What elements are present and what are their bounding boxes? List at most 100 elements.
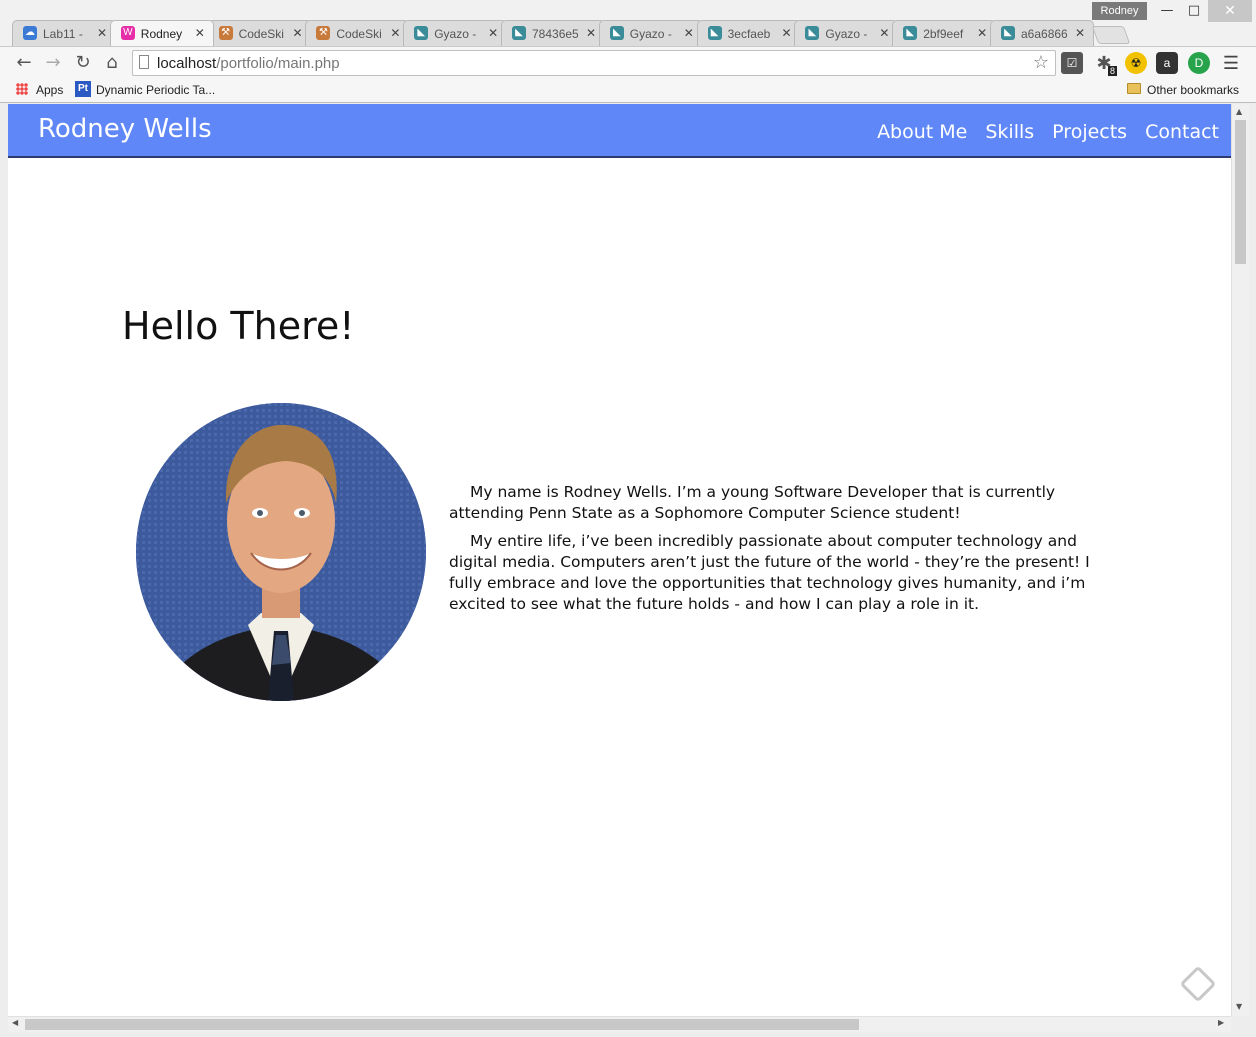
about-text: My name is Rodney Wells. I’m a young Sof… (449, 482, 1119, 622)
minimize-button[interactable]: — (1153, 0, 1181, 22)
wamp-icon: W (120, 26, 135, 40)
browser-tab[interactable]: ◣ Gyazo - ✕ (403, 20, 508, 46)
browser-tab[interactable]: ◣ 3ecfaeb ✕ (696, 20, 801, 46)
tab-close-icon[interactable]: ✕ (879, 26, 889, 40)
hammer-icon: ⚒ (316, 26, 331, 40)
home-button[interactable]: ⌂ (100, 51, 124, 75)
gyazo-icon: ◣ (512, 26, 526, 40)
menu-icon[interactable]: ☰ (1220, 52, 1242, 74)
bio-paragraph: My entire life, i’ve been incredibly pas… (449, 532, 1090, 613)
browser-tab[interactable]: ◣ 2bf9eef ✕ (892, 20, 997, 46)
url-path: /portfolio/main.php (216, 55, 340, 72)
tab-close-icon[interactable]: ✕ (977, 26, 987, 40)
site-nav-links: About Me Skills Projects Contact (877, 121, 1219, 143)
page-viewport: Rodney Wells About Me Skills Projects Co… (8, 104, 1231, 1016)
url-text[interactable]: localhost/portfolio/main.php (157, 55, 340, 72)
folder-icon (1127, 83, 1141, 94)
back-button[interactable]: ← (12, 51, 36, 75)
tab-title: 78436e5 (532, 27, 578, 41)
gyazo-icon: ◣ (903, 26, 918, 40)
browser-tab[interactable]: ◣ a6a6866 ✕ (990, 20, 1094, 46)
address-bar[interactable]: localhost/portfolio/main.php ☆ (132, 50, 1056, 76)
tab-close-icon[interactable]: ✕ (97, 26, 107, 40)
horizontal-scroll-thumb[interactable] (25, 1019, 859, 1030)
tab-title: CodeSki (336, 27, 382, 41)
vertical-scrollbar[interactable]: ▲ ▼ (1231, 104, 1249, 1016)
radiation-icon[interactable]: ☢ (1125, 52, 1147, 74)
tab-close-icon[interactable]: ✕ (488, 26, 498, 40)
tab-close-icon[interactable]: ✕ (586, 26, 596, 40)
tab-close-icon[interactable]: ✕ (390, 26, 400, 40)
site-navbar: Rodney Wells About Me Skills Projects Co… (8, 104, 1231, 158)
bio-paragraph: My name is Rodney Wells. I’m a young Sof… (449, 483, 1056, 522)
site-brand[interactable]: Rodney Wells (38, 114, 212, 144)
gyazo-icon: ◣ (805, 26, 820, 40)
tab-title: 3ecfaeb (727, 27, 771, 41)
tab-title: 2bf9eef (923, 27, 964, 41)
toolbar: ← → ↻ ⌂ localhost/portfolio/main.php ☆ ☑… (0, 46, 1256, 79)
url-host: localhost (157, 55, 217, 72)
extension-d-icon[interactable]: D (1188, 52, 1210, 74)
maximize-button[interactable]: □ (1180, 0, 1208, 22)
tab-title: Gyazo - (825, 27, 868, 41)
tab-title: Rodney (140, 27, 183, 41)
gyazo-icon: ◣ (414, 26, 429, 40)
gyazo-icon: ◣ (707, 26, 722, 40)
reload-button[interactable]: ↻ (71, 51, 95, 75)
nav-skills[interactable]: Skills (985, 121, 1034, 143)
hammer-icon: ⚒ (218, 26, 233, 40)
browser-tab[interactable]: ⚒ CodeSki ✕ (207, 20, 312, 46)
browser-tab[interactable]: ◣ 78436e5 ✕ (501, 20, 605, 46)
new-tab-button[interactable] (1091, 26, 1131, 44)
browser-tab[interactable]: W Rodney ✕ (109, 20, 214, 46)
tab-title: Gyazo - (434, 27, 477, 41)
browser-window: Rodney — □ ✕ ☁ Lab11 - ✕ W Rodney ✕ ⚒ CodeSki ✕ ⚒… (0, 0, 1256, 1037)
nav-about-me[interactable]: About Me (877, 121, 967, 143)
close-window-button[interactable]: ✕ (1208, 0, 1252, 22)
profile-button[interactable]: Rodney (1092, 2, 1147, 20)
browser-tab[interactable]: ⚒ CodeSki ✕ (305, 20, 410, 46)
vertical-scroll-thumb[interactable] (1235, 120, 1246, 264)
bookmark-dynamic-periodic-table[interactable]: Dynamic Periodic Ta... (96, 83, 215, 97)
nav-projects[interactable]: Projects (1052, 121, 1127, 143)
pocket-icon[interactable]: ☑ (1061, 52, 1083, 74)
tab-close-icon[interactable]: ✕ (684, 26, 694, 40)
extension-badge: 8 (1107, 66, 1117, 76)
tab-title: CodeSki (238, 27, 284, 41)
scroll-up-arrow-icon[interactable]: ▲ (1236, 107, 1242, 116)
scroll-left-arrow-icon[interactable]: ◀ (12, 1018, 18, 1027)
cloud-icon: ☁ (23, 26, 37, 40)
profile-photo-illustration (136, 403, 426, 701)
tab-title: Lab11 - (43, 27, 83, 41)
tab-strip: ☁ Lab11 - ✕ W Rodney ✕ ⚒ CodeSki ✕ ⚒ CodeSki ✕ ◣ Gyaz… (12, 20, 1252, 46)
tab-close-icon[interactable]: ✕ (782, 26, 792, 40)
page-icon (139, 55, 149, 69)
bookmark-other-bookmarks[interactable]: Other bookmarks (1147, 83, 1239, 97)
amazon-icon[interactable]: a (1156, 52, 1178, 74)
horizontal-scrollbar[interactable]: ◀ ▶ (8, 1016, 1231, 1032)
tab-title: a6a6866 (1021, 27, 1067, 41)
browser-tab[interactable]: ◣ Gyazo - ✕ (794, 20, 899, 46)
bookmark-star-icon[interactable]: ☆ (1033, 52, 1049, 73)
tab-close-icon[interactable]: ✕ (293, 26, 303, 40)
bookmark-apps[interactable]: Apps (36, 83, 63, 97)
gyazo-icon: ◣ (1001, 26, 1015, 40)
title-bar: Rodney — □ ✕ ☁ Lab11 - ✕ W Rodney ✕ ⚒ CodeSki ✕ ⚒… (0, 0, 1256, 48)
nav-contact[interactable]: Contact (1145, 121, 1219, 143)
page-heading: Hello There! (122, 304, 355, 348)
tab-close-icon[interactable]: ✕ (195, 26, 205, 40)
browser-tab[interactable]: ◣ Gyazo - ✕ (598, 20, 703, 46)
extension-puzzle-icon[interactable]: ✱ 8 (1093, 52, 1117, 76)
periodic-table-icon: Pt (75, 81, 91, 97)
gyazo-icon: ◣ (609, 26, 624, 40)
browser-tab[interactable]: ☁ Lab11 - ✕ (12, 20, 116, 46)
forward-button[interactable]: → (41, 51, 65, 75)
tab-title: Gyazo - (629, 27, 672, 41)
tab-close-icon[interactable]: ✕ (1075, 26, 1085, 40)
apps-grid-icon (16, 83, 28, 95)
profile-photo (136, 403, 426, 701)
scroll-right-arrow-icon[interactable]: ▶ (1218, 1018, 1224, 1027)
bookmarks-bar: Apps Pt Dynamic Periodic Ta... Other boo… (0, 78, 1256, 103)
feedly-icon[interactable] (1179, 965, 1217, 1003)
scroll-down-arrow-icon[interactable]: ▼ (1236, 1002, 1242, 1011)
